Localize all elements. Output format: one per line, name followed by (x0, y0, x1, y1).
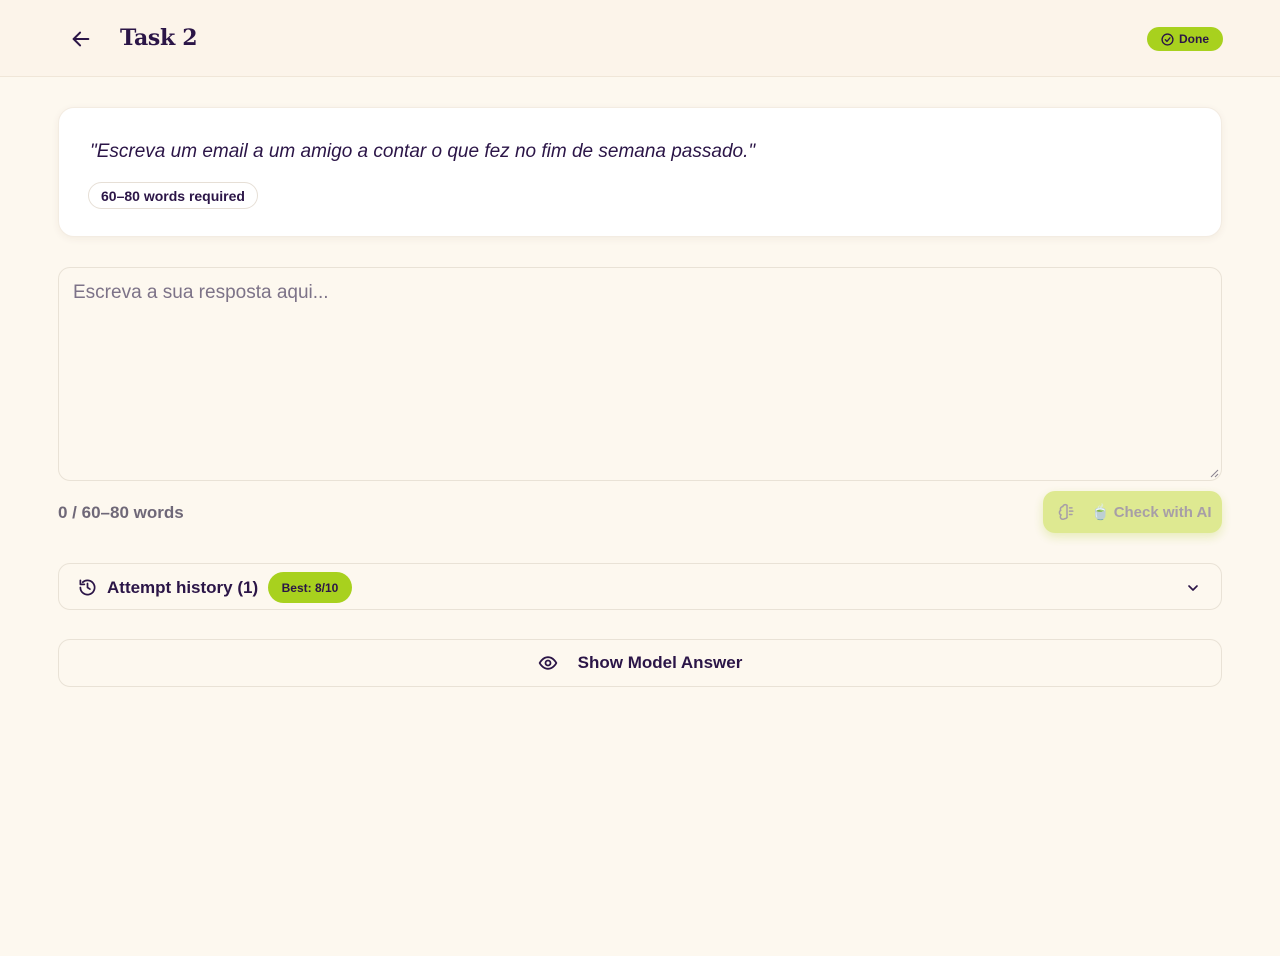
show-model-answer-button[interactable]: Show Model Answer (58, 639, 1222, 687)
history-icon (79, 579, 96, 596)
chevron-down-icon (1188, 585, 1198, 591)
teacup-icon: 🍵 (1091, 504, 1110, 521)
answer-textarea[interactable] (58, 267, 1222, 481)
check-with-ai-label: 🍵 Check with AI (1091, 503, 1212, 522)
back-button[interactable] (66, 24, 96, 54)
best-score-badge: Best: 8/10 (268, 572, 352, 603)
page-title: Task 2 (120, 25, 198, 51)
arrow-left-icon (72, 31, 90, 47)
attempt-history-label: Attempt history (1) (107, 578, 259, 597)
check-with-ai-text: Check with AI (1113, 503, 1212, 521)
word-counter: 0 / 60–80 words (58, 503, 184, 522)
brain-icon (1058, 503, 1074, 520)
status-badge: Done (1147, 27, 1223, 51)
check-circle-icon (1161, 32, 1174, 46)
attempt-history-toggle[interactable]: Attempt history (1) Best: 8/10 (58, 563, 1222, 610)
prompt-card: "Escreva um email a um amigo a contar o … (58, 107, 1222, 237)
show-model-answer-label: Show Model Answer (577, 653, 743, 672)
resize-handle-icon[interactable] (1209, 468, 1219, 478)
status-label: Done (1179, 32, 1209, 46)
prompt-text: "Escreva um email a um amigo a contar o … (90, 141, 756, 162)
top-bar: Task 2 Done (0, 0, 1280, 77)
eye-icon (538, 656, 557, 670)
check-with-ai-button[interactable]: 🍵 Check with AI (1043, 491, 1222, 533)
word-requirement-badge: 60–80 words required (88, 182, 258, 209)
